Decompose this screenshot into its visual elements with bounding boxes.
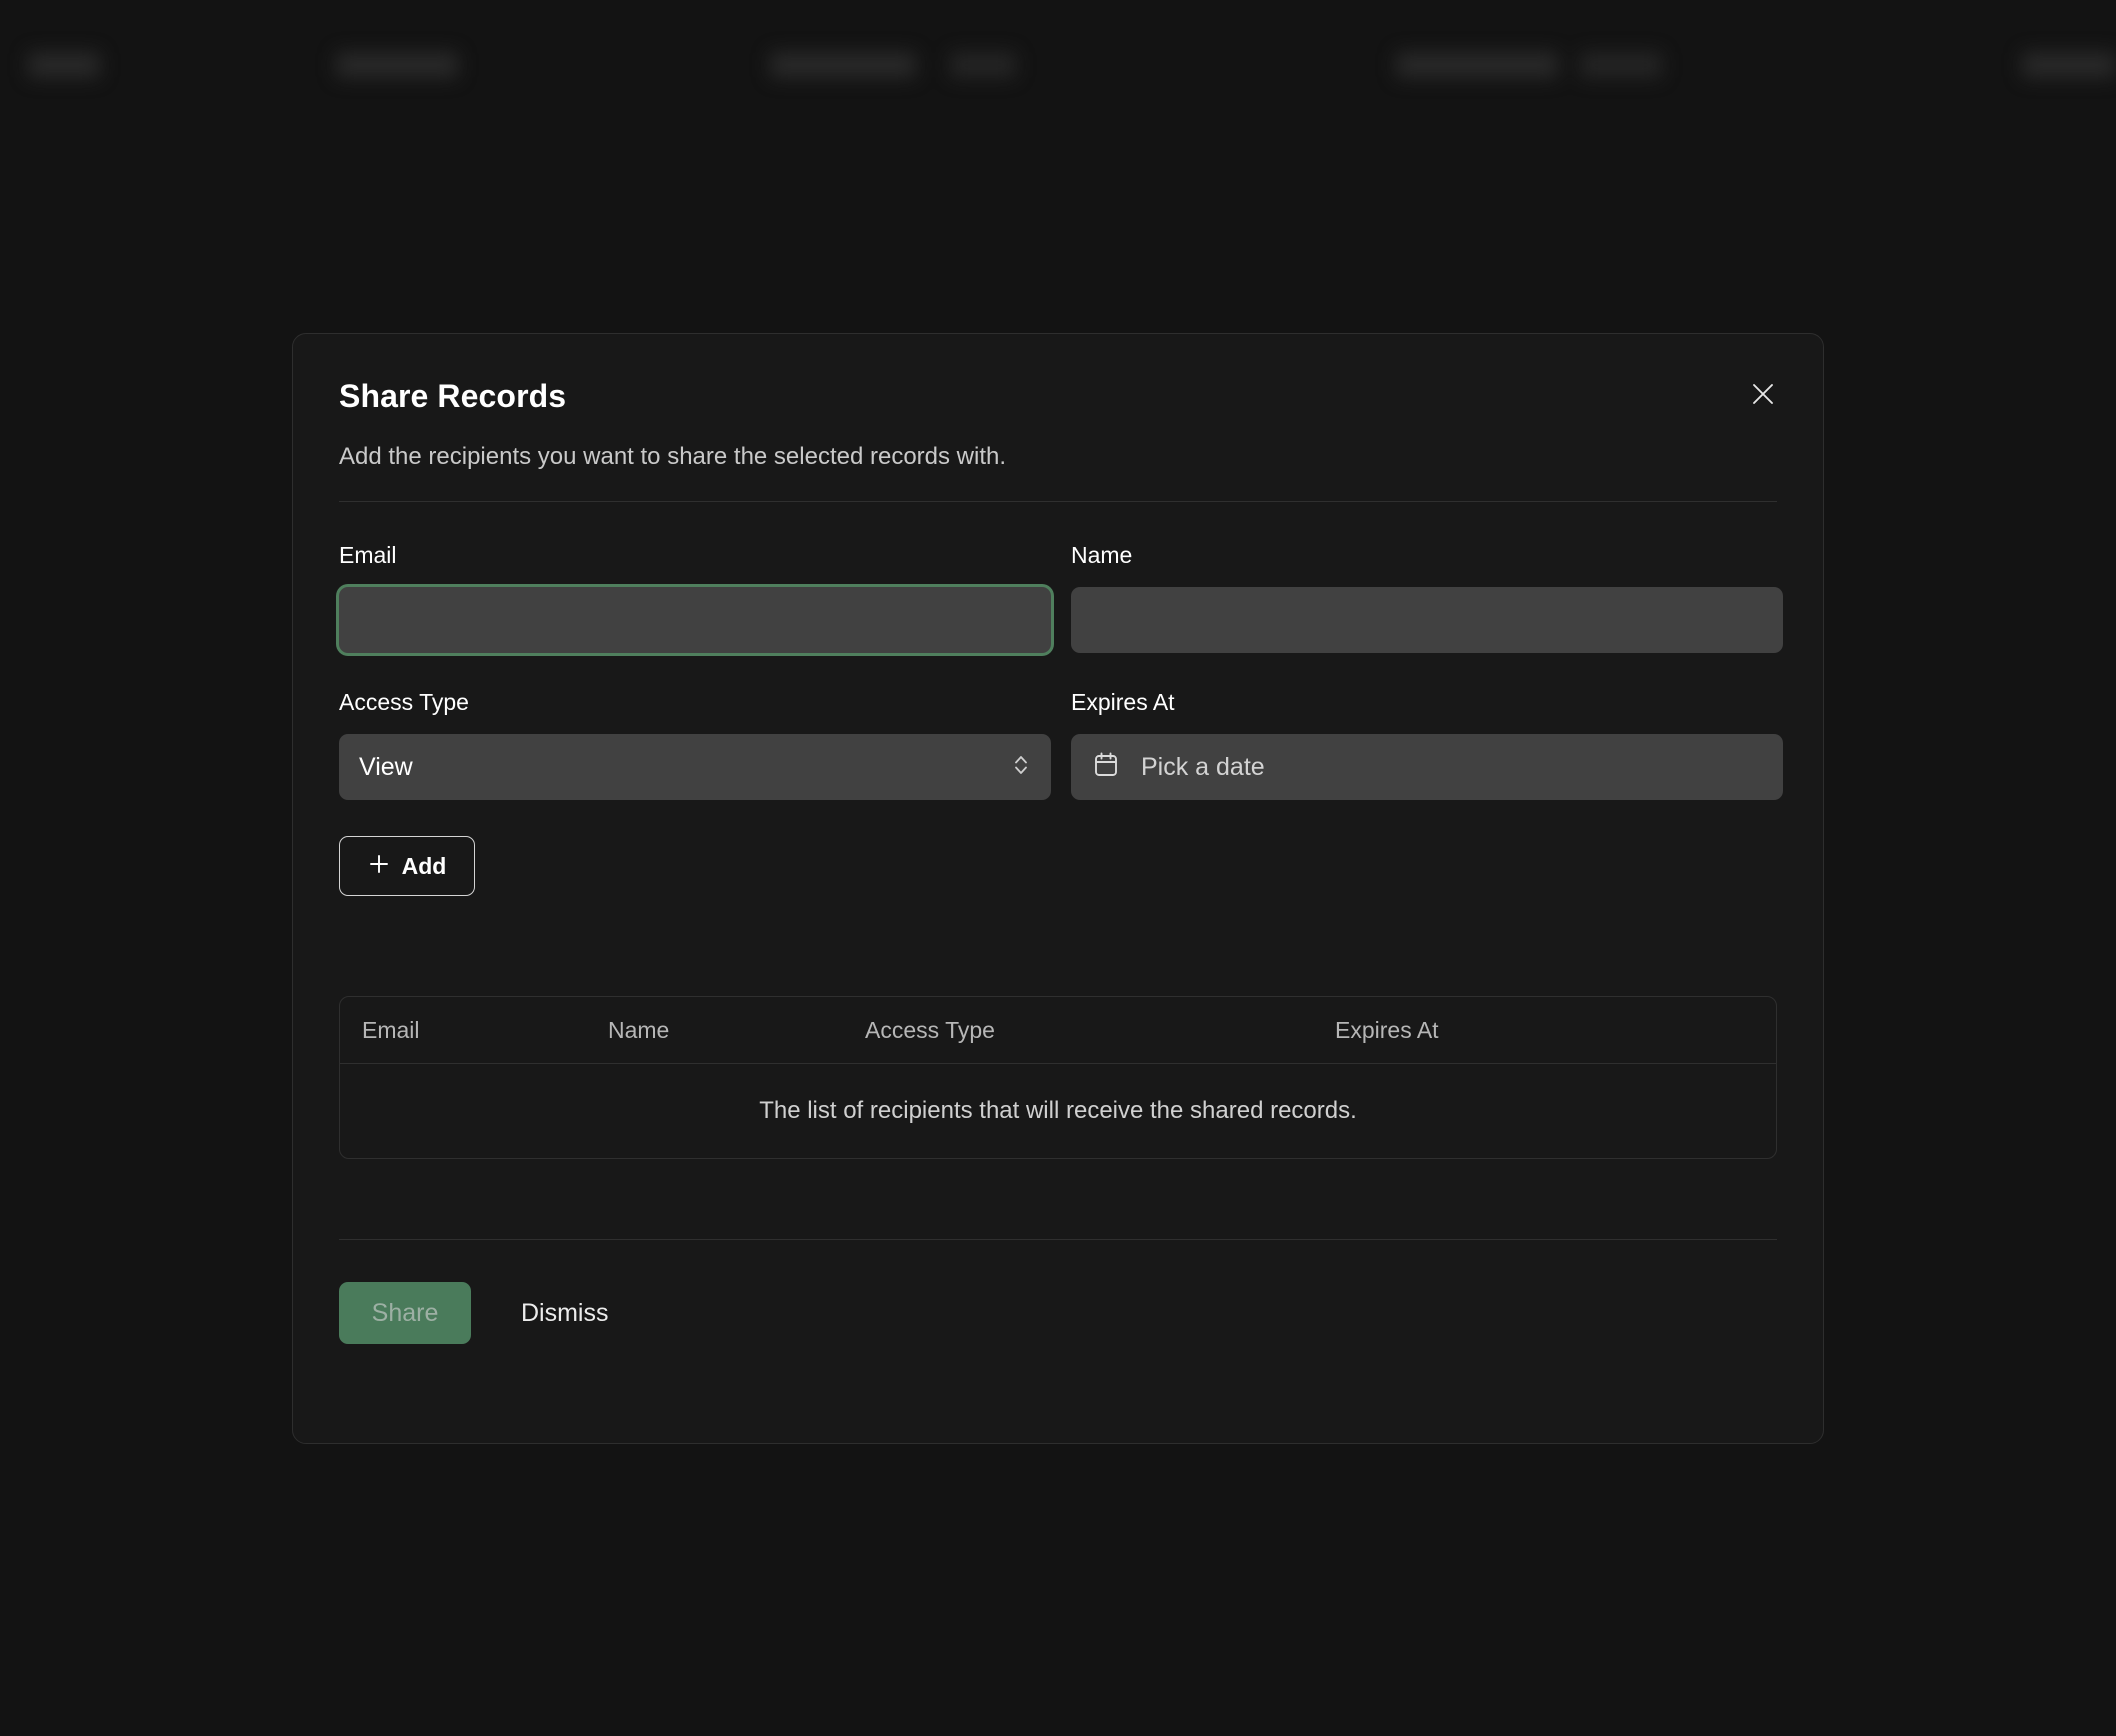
expires-at-placeholder: Pick a date — [1141, 752, 1265, 781]
dismiss-button[interactable]: Dismiss — [499, 1283, 631, 1344]
name-input[interactable] — [1071, 587, 1783, 653]
add-recipient-button[interactable]: Add — [339, 836, 475, 896]
share-button[interactable]: Share — [339, 1282, 471, 1344]
recipients-table: Email Name Access Type Expires At The li… — [339, 996, 1777, 1159]
email-field-group: Email — [339, 542, 1051, 653]
table-header-row: Email Name Access Type Expires At — [340, 997, 1776, 1064]
background-text-blur — [1580, 52, 1662, 78]
page-root: Share Records Add the recipients you wan… — [0, 0, 2116, 1736]
background-text-blur — [950, 52, 1016, 78]
email-label: Email — [339, 542, 397, 568]
plus-icon — [368, 853, 390, 880]
email-input[interactable] — [339, 587, 1051, 653]
access-type-field-group: Access Type View — [339, 653, 1051, 800]
table-empty-state: The list of recipients that will receive… — [340, 1064, 1776, 1158]
column-header-name: Name — [608, 1016, 670, 1043]
dialog-header: Share Records Add the recipients you wan… — [339, 334, 1777, 471]
expires-at-field-group: Expires At Pick a date — [1071, 653, 1783, 800]
name-field-group: Name — [1071, 542, 1783, 653]
share-records-dialog: Share Records Add the recipients you wan… — [292, 333, 1824, 1444]
background-text-blur — [770, 52, 916, 78]
recipient-form: Email Name Access Type View Expires At P… — [339, 542, 1783, 800]
background-text-blur — [1396, 52, 1558, 78]
column-header-access-type: Access Type — [865, 1016, 995, 1043]
access-type-value: View — [359, 752, 413, 781]
name-label: Name — [1071, 542, 1133, 568]
background-text-blur — [2022, 52, 2116, 78]
calendar-icon — [1093, 751, 1119, 784]
add-button-label: Add — [401, 852, 447, 879]
access-type-label: Access Type — [339, 689, 469, 715]
chevron-up-down-icon — [1011, 752, 1031, 783]
background-text-blur — [28, 52, 100, 78]
table-empty-message: The list of recipients that will receive… — [759, 1097, 1357, 1124]
column-header-expires-at: Expires At — [1335, 1016, 1439, 1043]
header-divider — [339, 501, 1777, 502]
page-title: Share Records — [339, 378, 567, 414]
footer-divider-wrap — [339, 1239, 1777, 1240]
close-icon[interactable] — [1745, 376, 1781, 412]
expires-at-date-picker[interactable]: Pick a date — [1071, 734, 1783, 800]
background-text-blur — [336, 52, 458, 78]
expires-at-label: Expires At — [1071, 689, 1175, 715]
access-type-select[interactable]: View — [339, 734, 1051, 800]
dialog-footer: Share Dismiss — [339, 1282, 1777, 1344]
dialog-subtitle: Add the recipients you want to share the… — [339, 443, 1007, 470]
column-header-email: Email — [362, 1016, 420, 1043]
footer-divider — [339, 1239, 1777, 1240]
